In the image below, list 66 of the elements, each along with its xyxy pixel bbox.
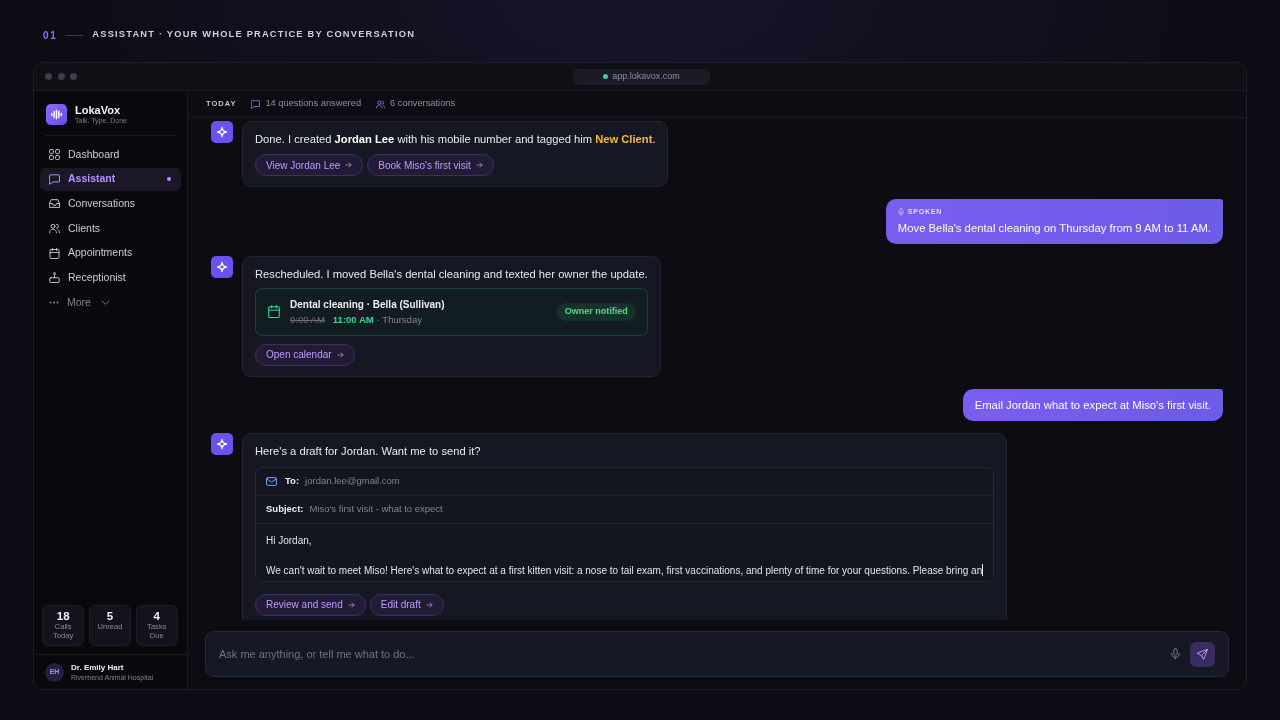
dots-icon <box>49 301 59 305</box>
grid-icon <box>49 149 60 160</box>
people-icon <box>49 223 60 235</box>
subject-label: Subject: <box>266 501 304 516</box>
message-input[interactable]: Ask me anything, or tell me what to do... <box>219 644 1161 664</box>
address-bar[interactable]: app.lokavox.com <box>573 68 710 85</box>
to-label: To: <box>285 473 300 488</box>
arrow-right-icon <box>347 601 355 608</box>
inbox-icon <box>49 198 60 210</box>
chat-bubble-icon <box>49 173 60 185</box>
nav-item[interactable]: Appointments <box>40 241 181 265</box>
arrow-right-icon <box>345 162 353 168</box>
send-button[interactable] <box>1190 641 1215 667</box>
action-button[interactable]: Edit draft <box>369 593 444 616</box>
message-text: Move Bella's dental cleaning on Thursday from 9 AM to 11 AM. <box>897 220 1211 236</box>
stat-value: 4 <box>153 610 160 623</box>
people-icon <box>376 99 386 109</box>
joystick-icon <box>49 272 60 284</box>
nav-item[interactable]: Receptionist <box>40 266 181 290</box>
sparkle-icon <box>211 255 233 278</box>
action-button[interactable]: Review and send <box>255 593 366 616</box>
calendar-icon <box>49 247 60 259</box>
sparkle-icon <box>211 432 233 455</box>
composer-bar[interactable]: Ask me anything, or tell me what to do... <box>205 631 1229 677</box>
more-menu-item[interactable]: More <box>40 291 118 315</box>
nav-item[interactable]: Dashboard <box>40 143 181 166</box>
arrow-right-icon <box>336 351 344 358</box>
nav-item[interactable]: Clients <box>40 217 181 241</box>
email-body-text: We can't wait to meet Miso! Here's what to expect at a first kitten visit: a nose to tail exam, first vaccinations, and plenty of time for your questions. Please bring an <box>266 563 983 578</box>
nav-item[interactable]: Conversations <box>40 192 181 216</box>
microphone-icon <box>897 208 904 217</box>
stat-value: 18 <box>56 610 70 623</box>
appointment-title: Dental cleaning · Bella (Sullivan) <box>290 297 446 311</box>
action-button[interactable]: Book Miso's first visit <box>367 154 494 176</box>
calendar-icon <box>268 305 280 318</box>
message-text: Email Jordan what to expect at Miso's first visit. <box>974 397 1211 413</box>
arrow-right-icon <box>425 601 433 608</box>
envelope-icon <box>266 476 277 486</box>
status-badge: Owner notified <box>556 302 636 321</box>
active-dot-icon <box>167 177 171 182</box>
text-cursor-icon <box>982 564 984 576</box>
sparkle-icon <box>211 121 233 143</box>
microphone-icon <box>1171 648 1180 660</box>
recipient-address: jordan.lee@gmail.com <box>305 473 400 488</box>
action-button[interactable]: View Jordan Lee <box>255 154 364 176</box>
email-body-text: Hi Jordan, <box>266 533 312 548</box>
waveform-logo-icon <box>46 104 67 125</box>
subject-text: Miso's first visit - what to expect <box>309 501 443 516</box>
arrow-right-icon <box>475 162 483 168</box>
send-icon <box>1197 648 1208 660</box>
chat-bubble-icon <box>251 99 261 109</box>
appointment-time: 9:00 AM 11:00 AM · Thursday <box>290 313 423 326</box>
section-number: 01 <box>43 28 58 43</box>
stat-value: 5 <box>106 610 114 623</box>
brand-name: LokaVox <box>75 104 122 116</box>
user-name: Dr. Emily Hart <box>71 662 125 673</box>
section-title: ASSISTANT · YOUR WHOLE PRACTICE BY CONVERSATION <box>92 28 416 42</box>
message-text: Done. I created Jordan Lee with his mobile number and tagged him New Client. <box>255 132 656 147</box>
summary-stat: 14 questions answered <box>265 97 362 111</box>
message-text: Here's a draft for Jordan. Want me to send it? <box>255 443 481 459</box>
summary-stat: 6 conversations <box>390 97 456 111</box>
action-button[interactable]: Open calendar <box>255 343 355 366</box>
message-text: Rescheduled. I moved Bella's dental cleaning and texted her owner the update. <box>255 266 648 282</box>
nav-item[interactable]: Assistant <box>40 167 181 191</box>
microphone-button[interactable] <box>1171 648 1180 660</box>
status-dot-icon <box>603 74 609 79</box>
